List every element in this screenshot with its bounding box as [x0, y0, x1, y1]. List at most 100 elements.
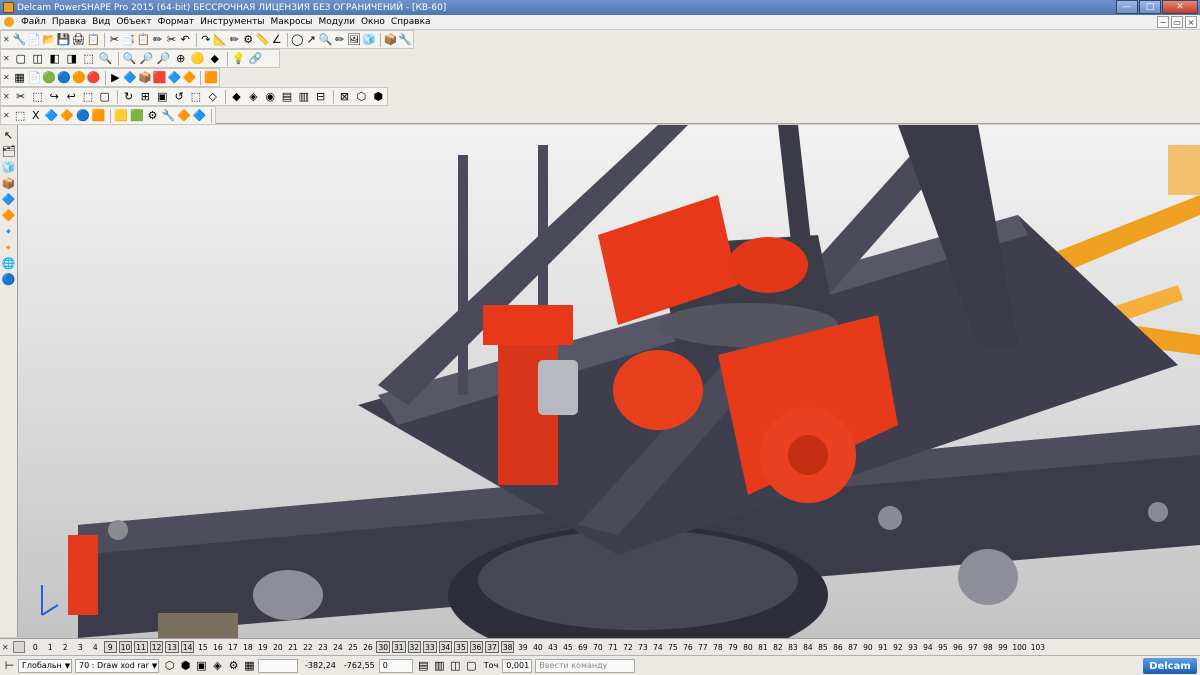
command-input[interactable]: Ввести команду [535, 658, 636, 673]
coord-z-field[interactable]: 0 [378, 658, 413, 673]
toolbar-row3-button-11[interactable]: 🔶 [183, 70, 197, 86]
menu-view[interactable]: Вид [89, 17, 113, 27]
filter-icon[interactable]: ⬢ [178, 658, 193, 673]
tolerance-field[interactable]: 0,001 [502, 658, 533, 673]
layer-icon[interactable]: ▣ [194, 658, 209, 673]
level-71[interactable]: 71 [606, 641, 619, 653]
toolbar-row4-button-5[interactable]: ▢ [97, 89, 113, 105]
level-76[interactable]: 76 [681, 641, 694, 653]
toolbar-row3-button-0[interactable]: ▦ [13, 70, 27, 86]
level-77[interactable]: 77 [696, 641, 709, 653]
left-toolbar-button-0[interactable]: ↖ [1, 128, 16, 143]
toolbar-row1-button-17[interactable]: ∠ [270, 32, 283, 48]
level-25[interactable]: 25 [346, 641, 359, 653]
toolbar-row1-button-6[interactable]: ✂ [108, 32, 121, 48]
toolbar-row1-button-14[interactable]: ✏ [228, 32, 241, 48]
level-100[interactable]: 100 [1011, 641, 1027, 653]
toolbar-row4-button-6[interactable]: ↻ [121, 89, 137, 105]
toolbar-row3-button-10[interactable]: 🔷 [168, 70, 182, 86]
menu-format[interactable]: Формат [155, 17, 198, 27]
toolbar-row5-button-10[interactable]: 🔶 [177, 108, 192, 124]
select-icon[interactable]: ⬡ [162, 658, 177, 673]
toolbar-close-icon[interactable]: ✕ [3, 111, 10, 120]
level-82[interactable]: 82 [771, 641, 784, 653]
workplane-select[interactable]: Глобальн ▼ [18, 658, 72, 673]
level-16[interactable]: 16 [211, 641, 224, 653]
app-icon[interactable] [3, 2, 14, 13]
toolbar-row1-button-22[interactable]: 🖼 [347, 32, 361, 48]
model-icon[interactable]: ◈ [210, 658, 225, 673]
workspace-icon[interactable]: ◫ [448, 658, 463, 673]
toolbar-row5-button-6[interactable]: 🟨 [114, 108, 129, 124]
toolbar-row1-button-11[interactable]: ↶ [179, 32, 192, 48]
toolbar-row5-button-7[interactable]: 🟩 [130, 108, 145, 124]
left-toolbar-button-6[interactable]: 🔹 [1, 224, 16, 239]
close-button[interactable]: ✕ [1162, 0, 1198, 14]
toolbar-row2-button-2[interactable]: ◧ [47, 51, 63, 67]
toolbar-row4-button-4[interactable]: ⬚ [80, 89, 96, 105]
level-36[interactable]: 36 [469, 641, 484, 653]
toolbar-row1-button-4[interactable]: 🖨 [72, 32, 86, 48]
level-95[interactable]: 95 [936, 641, 949, 653]
toolbar-row1-button-13[interactable]: 📐 [213, 32, 227, 48]
toolbar-close-icon[interactable]: ✕ [3, 35, 10, 44]
level-39[interactable]: 39 [516, 641, 529, 653]
level-92[interactable]: 92 [891, 641, 904, 653]
left-toolbar-button-2[interactable]: 🧊 [1, 160, 16, 175]
left-toolbar-button-8[interactable]: 🌐 [1, 256, 16, 271]
toolbar-row5-button-11[interactable]: 🔷 [192, 108, 207, 124]
toolbar-row3-button-12[interactable]: 🟧 [204, 70, 218, 86]
toolbar-row3-button-4[interactable]: 🟠 [72, 70, 86, 86]
toolbar-row2-button-6[interactable]: 🔍 [122, 51, 138, 67]
toolbar-row4-button-17[interactable]: ⊟ [313, 89, 329, 105]
level-83[interactable]: 83 [786, 641, 799, 653]
level-0[interactable]: 0 [29, 641, 42, 653]
level-35[interactable]: 35 [454, 641, 468, 653]
menu-modules[interactable]: Модули [316, 17, 358, 27]
toolbar-row3-button-8[interactable]: 📦 [138, 70, 152, 86]
settings-icon[interactable]: ⚙ [226, 658, 241, 673]
grid-icon[interactable]: ▦ [242, 658, 257, 673]
levels-close-icon[interactable]: ✕ [2, 643, 9, 652]
object-select[interactable]: 70 : Draw xod rar ▼ [75, 658, 159, 673]
level-79[interactable]: 79 [726, 641, 739, 653]
calculator-icon[interactable]: ▤ [416, 658, 431, 673]
mdi-restore-button[interactable]: ▭ [1171, 16, 1183, 28]
level-93[interactable]: 93 [906, 641, 919, 653]
level-17[interactable]: 17 [226, 641, 239, 653]
level-80[interactable]: 80 [741, 641, 754, 653]
toolbar-row1-button-16[interactable]: 📏 [256, 32, 270, 48]
toolbar-row1-button-5[interactable]: 📋 [86, 32, 100, 48]
level-26[interactable]: 26 [361, 641, 374, 653]
toolbar-row4-button-18[interactable]: ⊠ [337, 89, 353, 105]
toolbar-row1-button-7[interactable]: 📑 [122, 32, 136, 48]
level-72[interactable]: 72 [621, 641, 634, 653]
level-10[interactable]: 10 [118, 641, 133, 653]
level-9[interactable]: 9 [103, 641, 117, 653]
menu-tools[interactable]: Инструменты [197, 17, 267, 27]
toolbar-row4-button-10[interactable]: ⬚ [188, 89, 204, 105]
level-38[interactable]: 38 [500, 641, 515, 653]
toolbar-row5-button-4[interactable]: 🔵 [76, 108, 91, 124]
toolbar-row2-button-5[interactable]: 🔍 [98, 51, 114, 67]
toolbar-row4-button-0[interactable]: ✂ [13, 89, 29, 105]
document-icon[interactable] [4, 17, 14, 27]
toolbar-close-icon[interactable]: ✕ [3, 92, 10, 101]
maximize-button[interactable]: □ [1139, 0, 1161, 14]
toolbar-row4-button-1[interactable]: ⬚ [30, 89, 46, 105]
level-45[interactable]: 45 [561, 641, 574, 653]
toolbar-close-icon[interactable]: ✕ [3, 73, 10, 82]
toolbar-row2-button-3[interactable]: ◨ [64, 51, 80, 67]
toolbar-row1-button-1[interactable]: 📄 [27, 32, 41, 48]
level-98[interactable]: 98 [981, 641, 994, 653]
menu-edit[interactable]: Правка [49, 17, 89, 27]
toolbar-row5-button-5[interactable]: 🟧 [91, 108, 106, 124]
toolbar-row3-button-7[interactable]: 🔷 [123, 70, 137, 86]
toolbar-row4-button-9[interactable]: ↺ [171, 89, 187, 105]
level-69[interactable]: 69 [576, 641, 589, 653]
toolbar-row1-button-18[interactable]: ◯ [291, 32, 304, 48]
toolbar-row3-button-2[interactable]: 🟢 [42, 70, 56, 86]
toolbar-row2-button-9[interactable]: ⊕ [173, 51, 189, 67]
toolbar-row2-button-7[interactable]: 🔎 [139, 51, 155, 67]
toolbar-row2-button-12[interactable]: 💡 [231, 51, 247, 67]
